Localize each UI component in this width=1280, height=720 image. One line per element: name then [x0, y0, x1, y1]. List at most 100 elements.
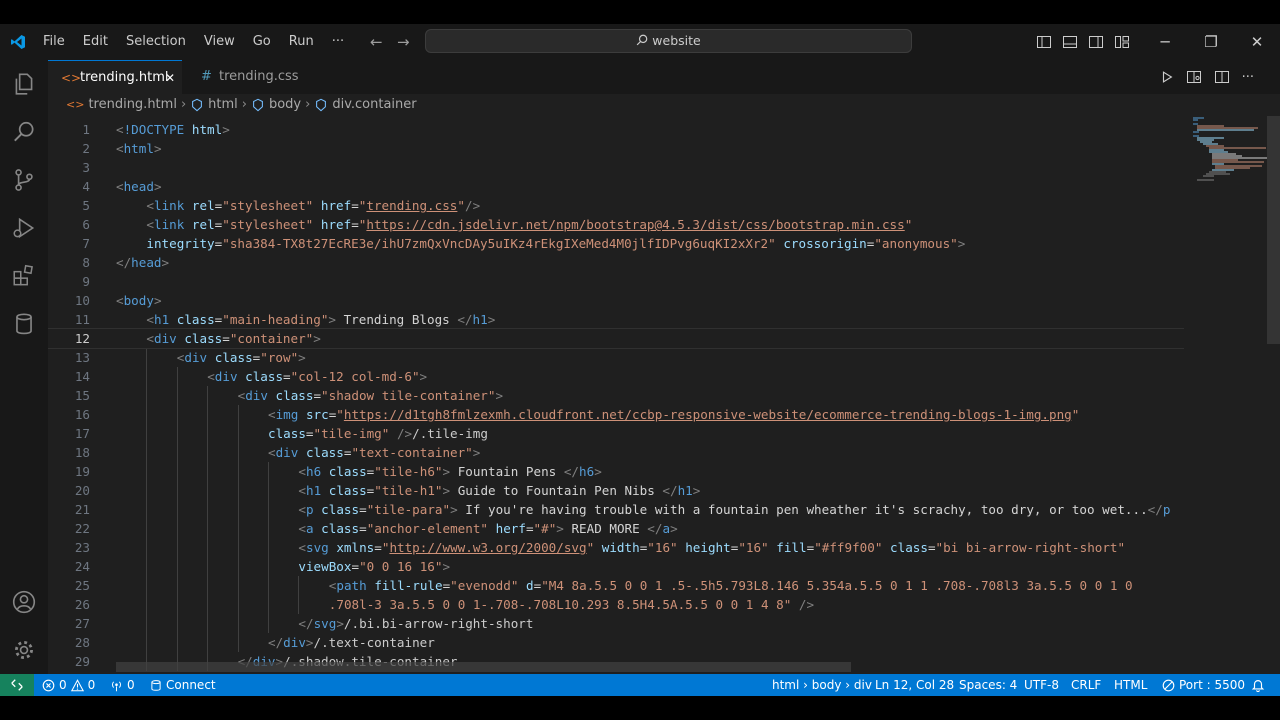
- code-line[interactable]: 9: [48, 272, 1184, 291]
- code-line[interactable]: 18 <div class="text-container">: [48, 443, 1184, 462]
- token-attr: rel: [191, 217, 215, 232]
- split-editor-icon[interactable]: [1214, 69, 1230, 85]
- token-text: =: [351, 559, 360, 574]
- menu-file[interactable]: File: [34, 24, 74, 60]
- code-line[interactable]: 10 <body>: [48, 291, 1184, 310]
- code-line[interactable]: 17 class="tile-img" />/.tile-img: [48, 424, 1184, 443]
- code-line[interactable]: 23 <svg xmlns="http://www.w3.org/2000/svg…: [48, 538, 1184, 557]
- line-number: 2: [82, 141, 90, 156]
- menu-more[interactable]: ···: [323, 24, 353, 60]
- element-path[interactable]: html › body › div: [772, 674, 872, 696]
- code-line[interactable]: 1 <!DOCTYPE html>: [48, 120, 1184, 139]
- menu-view[interactable]: View: [195, 24, 244, 60]
- code-line[interactable]: 2 <html>: [48, 139, 1184, 158]
- cursor-position[interactable]: Ln 12, Col 28: [875, 674, 954, 696]
- run-icon[interactable]: [1160, 70, 1174, 84]
- run-debug-icon[interactable]: [11, 215, 37, 241]
- toggle-secondary-sidebar-icon[interactable]: [1088, 34, 1104, 50]
- code-editor[interactable]: 1 <!DOCTYPE html> 2 <html> 3 4 <head> 5 <link re…: [48, 116, 1184, 674]
- menu-run[interactable]: Run: [280, 24, 323, 60]
- language-mode[interactable]: HTML: [1114, 674, 1147, 696]
- live-server-port[interactable]: Port : 5500: [1162, 674, 1245, 696]
- back-arrow-icon[interactable]: ←: [370, 33, 383, 51]
- code-line[interactable]: 24 viewBox="0 0 16 16">: [48, 557, 1184, 576]
- extensions-icon[interactable]: [11, 263, 37, 289]
- token-str: "anonymous": [874, 236, 958, 251]
- indentation[interactable]: Spaces: 4: [959, 674, 1017, 696]
- line-number: 14: [74, 369, 90, 384]
- breadcrumb-body[interactable]: body: [269, 94, 301, 116]
- database-icon[interactable]: [11, 311, 37, 337]
- encoding[interactable]: UTF-8: [1024, 674, 1059, 696]
- breadcrumb-html[interactable]: html: [208, 94, 238, 116]
- vertical-scrollbar-thumb[interactable]: [1267, 116, 1280, 344]
- connect-button[interactable]: Connect: [150, 674, 216, 696]
- account-icon[interactable]: [11, 589, 37, 615]
- notifications-bell-icon[interactable]: [1251, 678, 1265, 692]
- token-punc: >: [487, 312, 496, 327]
- line-number: 23: [74, 540, 90, 555]
- code-line[interactable]: 16 <img src="https://d1tgh8fmlzexmh.cloud…: [48, 405, 1184, 424]
- code-line[interactable]: 22 <a class="anchor-element" herf="#"> RE…: [48, 519, 1184, 538]
- explorer-icon[interactable]: [11, 71, 37, 97]
- code-line[interactable]: 19 <h6 class="tile-h6"> Fountain Pens </h…: [48, 462, 1184, 481]
- code-line[interactable]: 21 <p class="tile-para"> If you're having…: [48, 500, 1184, 519]
- code-line[interactable]: 28 </div>/.text-container: [48, 633, 1184, 652]
- code-line[interactable]: 6 <link rel="stylesheet" href="https://cd…: [48, 215, 1184, 234]
- code-line[interactable]: 8 </head>: [48, 253, 1184, 272]
- close-tab-icon[interactable]: ✕: [165, 61, 175, 95]
- open-preview-icon[interactable]: [1186, 69, 1202, 85]
- token-punc: <: [146, 312, 154, 327]
- vertical-scrollbar[interactable]: [1267, 116, 1280, 674]
- code-line[interactable]: 20 <h1 class="tile-h1"> Guide to Fountain…: [48, 481, 1184, 500]
- token-attr: class: [268, 426, 306, 441]
- token-attr: fill: [776, 540, 807, 555]
- more-actions-icon[interactable]: ···: [1242, 70, 1254, 85]
- tab-trending-css[interactable]: # trending.css: [182, 60, 316, 94]
- settings-gear-icon[interactable]: [11, 637, 37, 663]
- search-icon[interactable]: [11, 119, 37, 145]
- token-attr: src: [305, 407, 329, 422]
- token-punc: >: [594, 464, 602, 479]
- source-control-icon[interactable]: [11, 167, 37, 193]
- code-line[interactable]: 5 <link rel="stylesheet" href="trending.c…: [48, 196, 1184, 215]
- code-line[interactable]: 27 </svg>/.bi.bi-arrow-right-short: [48, 614, 1184, 633]
- restore-icon[interactable]: ❐: [1188, 33, 1234, 51]
- code-line[interactable]: 11 <h1 class="main-heading"> Trending Blo…: [48, 310, 1184, 329]
- code-line[interactable]: 12 <div class="container">: [48, 328, 1184, 349]
- menu-edit[interactable]: Edit: [74, 24, 117, 60]
- code-line[interactable]: 15 <div class="shadow tile-container">: [48, 386, 1184, 405]
- minimap[interactable]: [1184, 116, 1268, 674]
- forward-arrow-icon[interactable]: →: [397, 33, 410, 51]
- breadcrumb-file[interactable]: trending.html: [88, 94, 177, 116]
- line-endings[interactable]: CRLF: [1071, 674, 1101, 696]
- token-link: https://d1tgh8fmlzexmh.cloudfront.net/cc…: [343, 407, 1072, 422]
- minimize-icon[interactable]: ─: [1142, 33, 1188, 51]
- code-line[interactable]: 26 .708l-3 3a.5.5 0 0 1-.708-.708L10.293 …: [48, 595, 1184, 614]
- code-line[interactable]: 25 <path fill-rule="evenodd" d="M4 8a.5.5…: [48, 576, 1184, 595]
- customize-layout-icon[interactable]: [1114, 34, 1130, 50]
- code-line[interactable]: 7 integrity="sha384-TX8t27EcRE3e/ihU7zmQx…: [48, 234, 1184, 253]
- remote-indicator[interactable]: [0, 674, 34, 696]
- token-text: =: [359, 521, 367, 536]
- code-line[interactable]: 4 <head>: [48, 177, 1184, 196]
- menu-selection[interactable]: Selection: [117, 24, 195, 60]
- problems-indicator[interactable]: 0 0: [42, 674, 95, 696]
- tab-trending-html[interactable]: <> trending.html ✕: [48, 60, 182, 94]
- close-window-icon[interactable]: ✕: [1234, 33, 1280, 51]
- line-number: 27: [74, 616, 90, 631]
- ports-indicator[interactable]: 0: [110, 674, 135, 696]
- toggle-primary-sidebar-icon[interactable]: [1036, 34, 1052, 50]
- menu-go[interactable]: Go: [244, 24, 280, 60]
- code-line[interactable]: 14 <div class="col-12 col-md-6">: [48, 367, 1184, 386]
- toggle-panel-icon[interactable]: [1062, 34, 1078, 50]
- horizontal-scrollbar-thumb[interactable]: [116, 662, 851, 672]
- token-str: "main-heading": [222, 312, 329, 327]
- code-line[interactable]: 13 <div class="row">: [48, 348, 1184, 367]
- code-line[interactable]: 3: [48, 158, 1184, 177]
- command-center-search[interactable]: website: [425, 29, 912, 53]
- vscode-logo-icon[interactable]: [10, 34, 26, 50]
- token-punc: >: [495, 388, 504, 403]
- breadcrumb-div-container[interactable]: div.container: [332, 94, 416, 116]
